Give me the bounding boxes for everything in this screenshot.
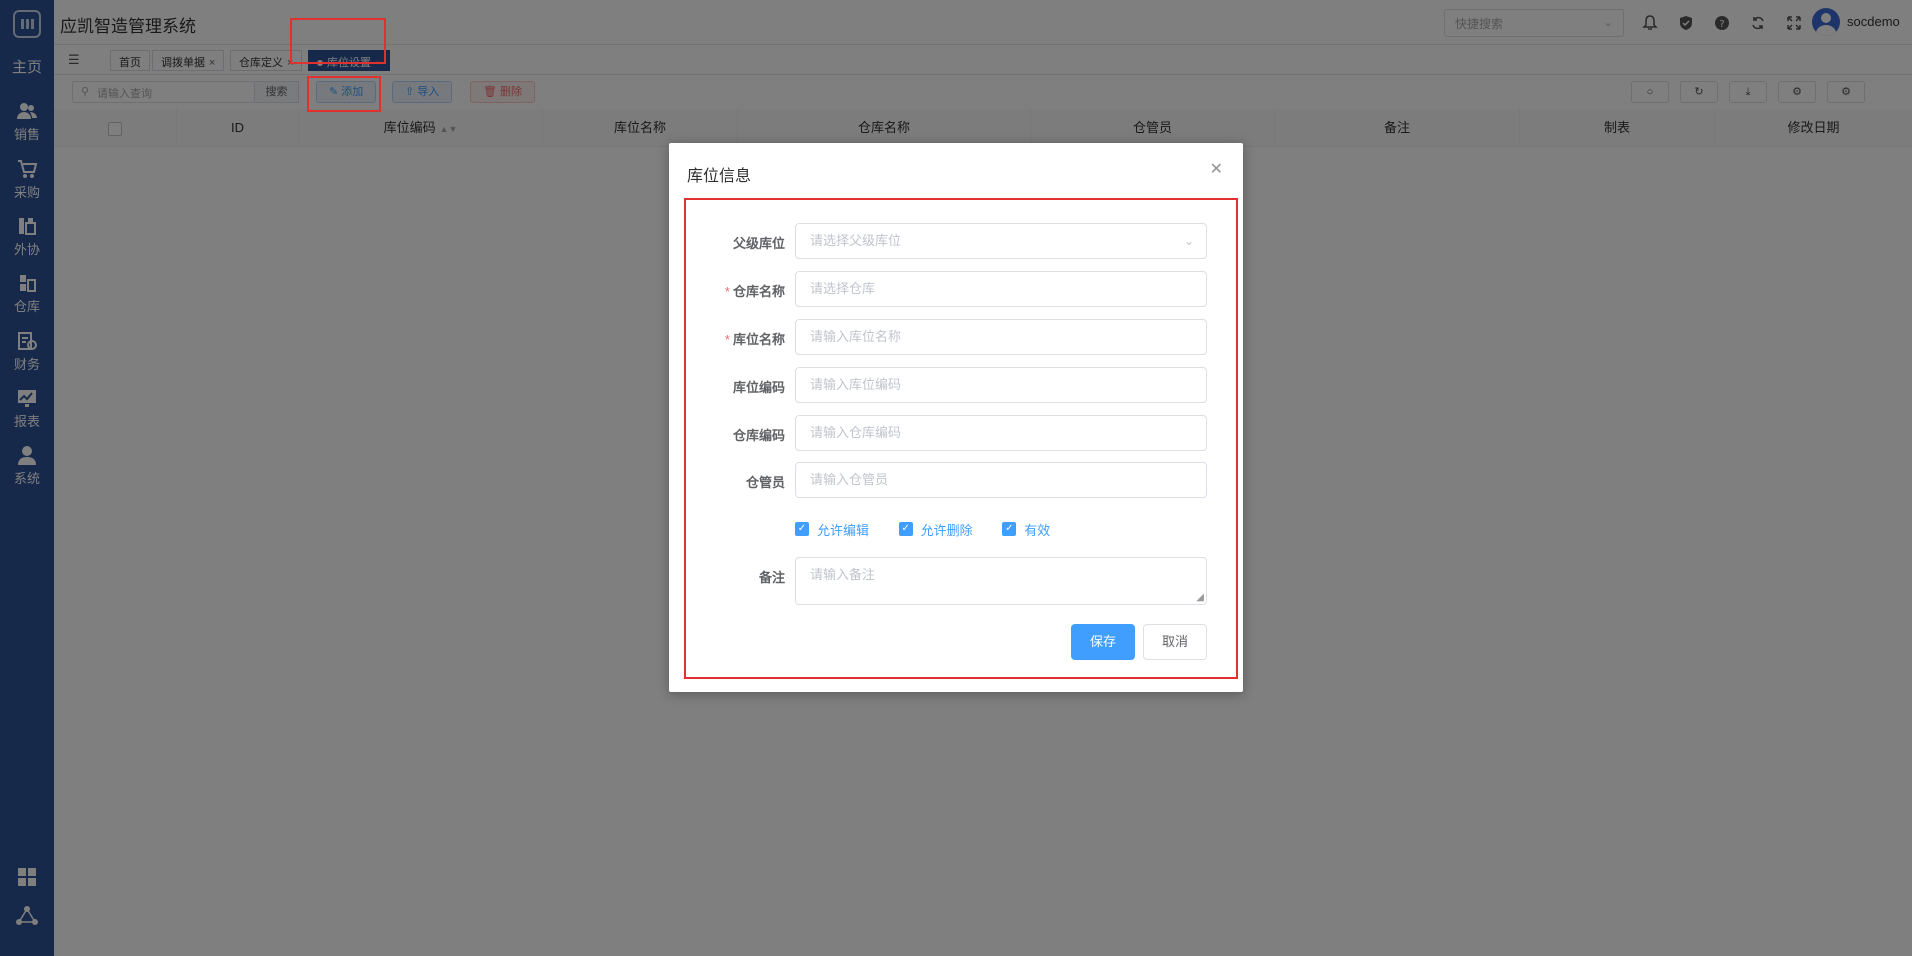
location-name-placeholder: 请输入库位名称 [810,329,902,344]
parent-location-select[interactable]: 请选择父级库位 ⌄ [795,223,1207,259]
parent-location-label: 父级库位 [732,236,785,251]
close-icon[interactable]: ✕ [1210,159,1223,179]
remark-textarea[interactable]: 请输入备注 ◢ [795,557,1207,605]
highlight-box-add [307,76,381,112]
save-button[interactable]: 保存 [1071,624,1135,660]
checkmark-icon: ✓ [898,522,913,536]
warehouse-code-placeholder: 请输入仓库编码 [810,425,902,440]
valid-checkbox[interactable]: ✓ 有效 [1002,520,1050,539]
warehouse-placeholder: 请选择仓库 [810,281,876,296]
cancel-button[interactable]: 取消 [1143,624,1207,660]
warehouse-select[interactable]: 请选择仓库 [795,271,1207,307]
flags-checkbox-group: ✓ 允许编辑 ✓ 允许删除 ✓ 有效 [795,519,1076,539]
allow-delete-checkbox[interactable]: ✓ 允许删除 [898,520,973,539]
form-row-location-name: * 库位名称 请输入库位名称 [669,319,1243,355]
form-row-remark: 备注 请输入备注 ◢ [669,557,1243,605]
allow-delete-label: 允许删除 [920,522,973,538]
required-mark: * [724,332,730,347]
location-code-input[interactable]: 请输入库位编码 [795,367,1207,403]
location-name-label-text: 库位名称 [732,332,785,347]
form-row-keeper: 仓管员 请输入仓管员 [669,462,1243,498]
form-row-location-code: 库位编码 请输入库位编码 [669,367,1243,403]
form-row-parent: 父级库位 请选择父级库位 ⌄ [669,223,1243,259]
checkmark-icon: ✓ [795,522,809,536]
warehouse-code-label: 仓库编码 [732,428,785,443]
location-name-input[interactable]: 请输入库位名称 [795,319,1207,355]
highlight-box-tab [290,18,386,64]
parent-location-placeholder: 请选择父级库位 [810,233,902,248]
location-info-dialog: 库位信息 ✕ 父级库位 请选择父级库位 ⌄ * 仓库名称 请选择仓库 * 库位名称 请… [669,143,1243,692]
keeper-input[interactable]: 请输入仓管员 [795,462,1207,498]
location-code-label: 库位编码 [732,380,785,395]
dialog-title: 库位信息 [687,168,752,185]
valid-label: 有效 [1024,522,1051,538]
keeper-placeholder: 请输入仓管员 [810,472,889,487]
warehouse-name-label: * 仓库名称 [725,281,785,300]
allow-edit-checkbox[interactable]: ✓ 允许编辑 [795,520,869,539]
form-row-warehouse: * 仓库名称 请选择仓库 [669,271,1243,307]
remark-placeholder: 请输入备注 [810,567,876,582]
form-row-warehouse-code: 仓库编码 请输入仓库编码 [669,415,1243,451]
checkmark-icon: ✓ [1002,522,1017,536]
warehouse-code-input[interactable]: 请输入仓库编码 [795,415,1207,451]
required-mark: * [724,284,730,299]
location-code-placeholder: 请输入库位编码 [810,377,902,392]
keeper-label: 仓管员 [745,475,785,490]
remark-label: 备注 [758,570,785,585]
form-row-flags: ✓ 允许编辑 ✓ 允许删除 ✓ 有效 [669,519,1243,539]
chevron-down-icon: ⌄ [1183,234,1194,248]
resize-handle-icon[interactable]: ◢ [1196,592,1204,603]
allow-edit-label: 允许编辑 [817,522,870,538]
warehouse-name-label-text: 仓库名称 [732,284,785,299]
location-name-label: * 库位名称 [725,329,785,348]
